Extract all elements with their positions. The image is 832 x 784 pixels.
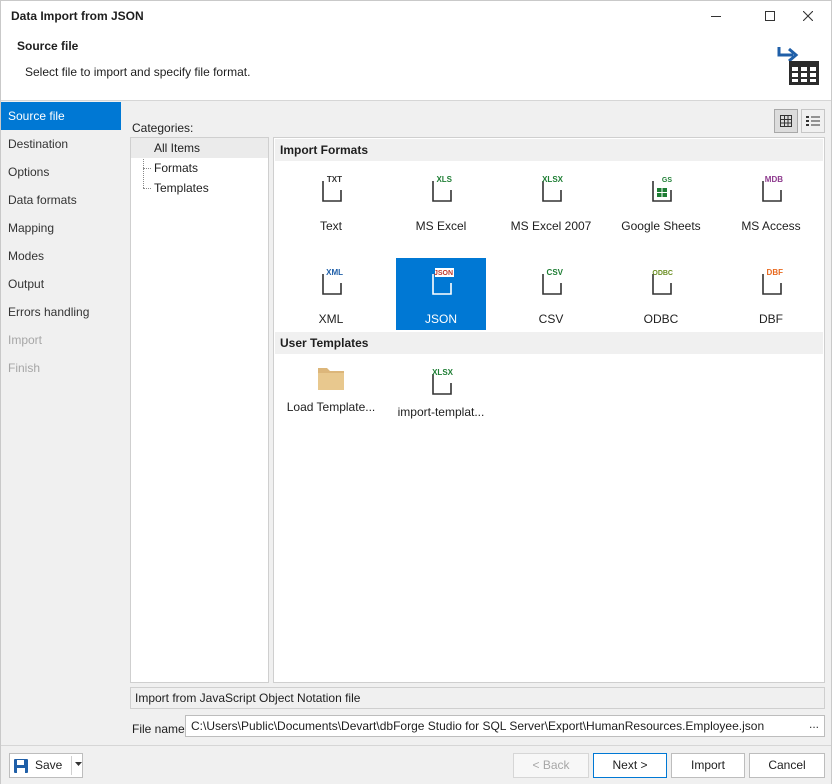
dbf-file-icon: DBF [762, 268, 784, 295]
svg-text:GS: GS [662, 177, 672, 184]
odbc-file-icon: ODBC [652, 270, 673, 295]
list-view-button[interactable] [801, 109, 825, 133]
cancel-button[interactable]: Cancel [749, 753, 825, 778]
back-button: < Back [513, 753, 589, 778]
import-formats-header: Import Formats [275, 139, 823, 161]
file-name-label: File name: [132, 722, 189, 736]
txt-file-icon: TXT [322, 175, 342, 202]
save-label: Save [35, 758, 63, 772]
categories-tree: All Items Formats Templates [130, 137, 269, 683]
split-separator [71, 756, 72, 775]
categories-label: Categories: [132, 121, 194, 135]
format-tile-odbc[interactable]: ODBC ODBC [616, 258, 706, 330]
google-sheets-file-icon: GS [652, 177, 672, 202]
folder-icon [318, 368, 344, 390]
xlsx-file-icon: XLSX [432, 368, 454, 395]
xls-file-icon: XLS [432, 175, 453, 202]
category-all-items[interactable]: All Items [131, 138, 268, 158]
svg-text:XLS: XLS [436, 175, 452, 184]
category-templates[interactable]: Templates [131, 178, 268, 198]
format-description: Import from JavaScript Object Notation f… [130, 687, 825, 709]
format-tile-ms-excel[interactable]: XLS MS Excel [396, 165, 486, 237]
svg-text:XML: XML [326, 268, 343, 277]
format-label: JSON [424, 312, 457, 326]
csv-file-icon: CSV [542, 268, 564, 295]
browse-button[interactable]: ... [806, 716, 822, 736]
file-name-value: C:\Users\Public\Documents\Devart\dbForge… [191, 719, 765, 733]
nav-item-destination[interactable]: Destination [1, 130, 121, 158]
import-table-icon [777, 47, 819, 85]
svg-text:XLSX: XLSX [542, 175, 564, 184]
format-tile-text[interactable]: TXT Text [286, 165, 376, 237]
next-button[interactable]: Next > [593, 753, 667, 778]
mdb-file-icon: MDB [762, 175, 783, 202]
template-tile-import-template[interactable]: XLSX import-templat... [396, 358, 486, 420]
close-button[interactable] [785, 1, 831, 31]
chevron-down-icon[interactable] [75, 762, 82, 766]
svg-text:MDB: MDB [765, 175, 783, 184]
category-formats[interactable]: Formats [131, 158, 268, 178]
format-tile-ms-excel-2007[interactable]: XLSX MS Excel 2007 [506, 165, 596, 237]
user-templates-header: User Templates [275, 332, 823, 354]
format-tile-google-sheets[interactable]: GS Google Sheets [616, 165, 706, 237]
minimize-icon [711, 16, 721, 17]
wizard-header: Source file Select file to import and sp… [1, 31, 831, 101]
page-title: Source file [17, 39, 79, 53]
list-view-icon [806, 116, 820, 126]
maximize-icon [765, 11, 775, 21]
window-title: Data Import from JSON [11, 9, 144, 23]
format-label: DBF [759, 312, 783, 326]
format-label: XML [318, 312, 344, 326]
floppy-disk-icon [14, 759, 28, 773]
xlsx-file-icon: XLSX [542, 175, 564, 202]
nav-item-errors-handling[interactable]: Errors handling [1, 298, 121, 326]
title-bar: Data Import from JSON [1, 1, 831, 31]
format-label: Google Sheets [621, 219, 701, 233]
svg-text:XLSX: XLSX [432, 368, 454, 377]
svg-text:TXT: TXT [327, 175, 342, 184]
wizard-steps-nav: Source file Destination Options Data for… [1, 102, 121, 745]
minimize-button[interactable] [693, 1, 739, 31]
nav-item-finish: Finish [8, 361, 41, 375]
nav-item-options[interactable]: Options [1, 158, 121, 186]
close-icon [803, 11, 813, 21]
grid-view-icon [780, 115, 792, 127]
format-label: MS Access [741, 219, 801, 233]
format-tile-dbf[interactable]: DBF DBF [726, 258, 816, 330]
svg-text:CSV: CSV [547, 268, 564, 277]
format-label: MS Excel 2007 [510, 219, 592, 233]
format-label: ODBC [643, 312, 679, 326]
svg-text:ODBC: ODBC [652, 270, 673, 277]
wizard-footer: Save < Back Next > Import Cancel [1, 745, 831, 784]
xml-file-icon: XML [322, 268, 343, 295]
template-label: import-templat... [397, 405, 485, 419]
nav-item-source-file[interactable]: Source file [1, 102, 121, 130]
format-tile-json[interactable]: JSON JSON [396, 258, 486, 330]
save-button[interactable]: Save [9, 753, 83, 778]
svg-text:JSON: JSON [434, 270, 453, 277]
load-template-tile[interactable]: Load Template... [286, 358, 376, 430]
format-gallery: Import Formats TXT Text XLS MS Excel XLS… [273, 137, 825, 683]
format-tile-xml[interactable]: XML XML [286, 258, 376, 330]
nav-item-modes[interactable]: Modes [1, 242, 121, 270]
page-subtitle: Select file to import and specify file f… [25, 65, 251, 79]
nav-item-mapping[interactable]: Mapping [1, 214, 121, 242]
large-icons-view-button[interactable] [774, 109, 798, 133]
import-wizard-window: Data Import from JSON Source file Select… [0, 0, 832, 784]
json-file-icon: JSON [432, 268, 454, 295]
nav-item-output[interactable]: Output [1, 270, 121, 298]
template-label: Load Template... [286, 400, 376, 414]
svg-text:DBF: DBF [767, 268, 784, 277]
format-tile-csv[interactable]: CSV CSV [506, 258, 596, 330]
import-button[interactable]: Import [671, 753, 745, 778]
format-tile-ms-access[interactable]: MDB MS Access [726, 165, 816, 237]
format-label: CSV [538, 312, 564, 326]
format-label: MS Excel [415, 219, 467, 233]
source-file-panel: Categories: All Items Formats Templates … [121, 102, 831, 745]
nav-item-import: Import [8, 333, 43, 347]
nav-item-data-formats[interactable]: Data formats [1, 186, 121, 214]
format-label: Text [319, 219, 342, 233]
file-name-field[interactable]: C:\Users\Public\Documents\Devart\dbForge… [185, 715, 825, 737]
